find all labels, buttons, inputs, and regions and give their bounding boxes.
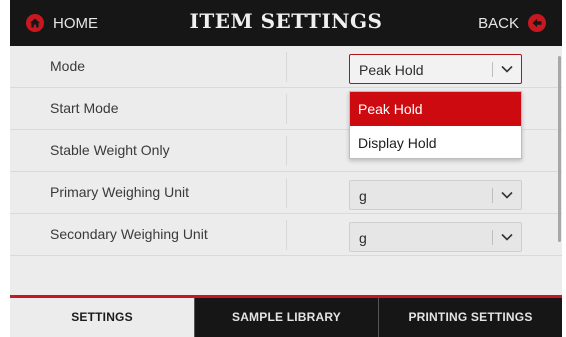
mode-dropdown-menu: Peak Hold Display Hold — [349, 91, 522, 159]
dropdown-option-display-hold[interactable]: Display Hold — [350, 126, 521, 160]
chevron-down-icon — [501, 191, 513, 199]
setting-row-secondary-unit: Secondary Weighing Unit g — [10, 214, 562, 256]
setting-label: Stable Weight Only — [50, 142, 170, 158]
setting-row-mode: Mode Peak Hold — [10, 46, 562, 88]
setting-label: Primary Weighing Unit — [50, 184, 190, 200]
select-value: g — [359, 230, 367, 246]
setting-label: Start Mode — [50, 100, 119, 116]
device-screen: HOME ITEM SETTINGS BACK Mode Peak Hold S… — [10, 0, 562, 337]
header-bar: HOME ITEM SETTINGS BACK — [10, 0, 562, 46]
chevron-down-icon — [501, 233, 513, 241]
select-value: g — [359, 188, 367, 204]
back-label: BACK — [478, 14, 519, 32]
tab-sample-library[interactable]: SAMPLE LIBRARY — [195, 298, 378, 337]
dropdown-option-peak-hold[interactable]: Peak Hold — [350, 92, 521, 126]
scrollbar[interactable] — [558, 56, 561, 242]
column-divider — [286, 52, 287, 82]
settings-list: Mode Peak Hold Start Mode Stable Weight … — [10, 46, 562, 298]
select-divider — [492, 62, 493, 77]
tab-printing-settings[interactable]: PRINTING SETTINGS — [379, 298, 562, 337]
setting-label: Mode — [50, 58, 86, 74]
secondary-unit-select[interactable]: g — [349, 222, 522, 252]
setting-label: Secondary Weighing Unit — [50, 226, 208, 242]
bottom-tab-bar: SETTINGS SAMPLE LIBRARY PRINTING SETTING… — [10, 295, 562, 337]
tab-settings[interactable]: SETTINGS — [10, 298, 194, 337]
primary-unit-select[interactable]: g — [349, 180, 522, 210]
column-divider — [286, 178, 287, 208]
back-arrow-icon — [528, 14, 546, 32]
select-value: Peak Hold — [359, 62, 424, 78]
mode-select[interactable]: Peak Hold — [349, 54, 522, 84]
column-divider — [286, 94, 287, 124]
select-divider — [492, 188, 493, 203]
chevron-down-icon — [501, 65, 513, 73]
setting-row-primary-unit: Primary Weighing Unit g — [10, 172, 562, 214]
select-divider — [492, 230, 493, 245]
back-button[interactable]: BACK — [478, 11, 546, 35]
empty-row — [10, 256, 562, 298]
column-divider — [286, 136, 287, 166]
column-divider — [286, 220, 287, 250]
